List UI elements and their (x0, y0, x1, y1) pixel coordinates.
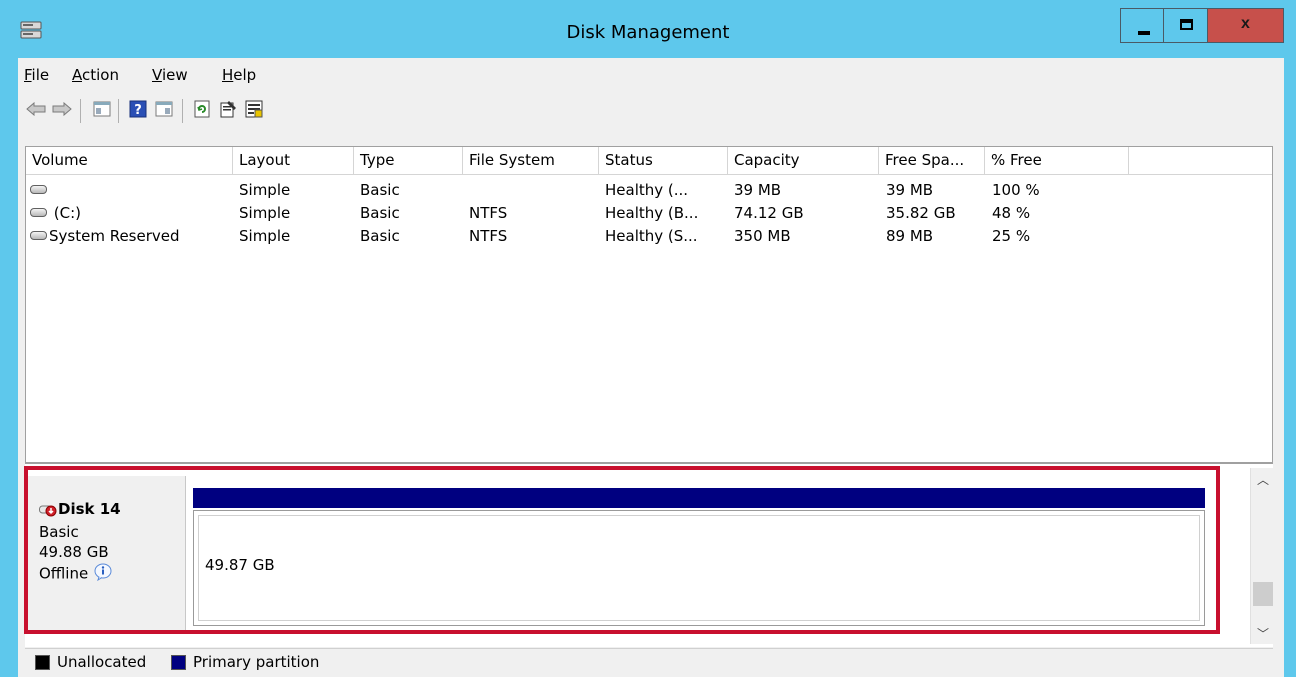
column-header-type[interactable]: Type (354, 147, 463, 175)
column-header-status[interactable]: Status (599, 147, 728, 175)
menu-file-accel: F (24, 66, 32, 84)
back-icon (26, 101, 46, 120)
drive-icon (30, 185, 47, 194)
properties-icon (219, 100, 237, 122)
table-row[interactable]: (C:) Simple Basic NTFS Healthy (B... 74.… (26, 202, 1272, 224)
title-bar[interactable]: Disk Management x (0, 0, 1296, 58)
show-action-pane-icon (155, 101, 173, 121)
menu-action[interactable]: Action (72, 66, 119, 84)
scroll-thumb[interactable] (1253, 582, 1273, 606)
minimize-icon (1138, 31, 1150, 35)
volume-cell: (C:) (30, 204, 81, 222)
volume-list-header: Volume Layout Type File System Status Ca… (26, 147, 1272, 175)
menu-help-accel: H (222, 66, 234, 84)
svg-text:?: ? (134, 103, 142, 118)
capacity-cell: 39 MB (734, 181, 782, 199)
table-row[interactable]: Simple Basic Healthy (... 39 MB 39 MB 10… (26, 179, 1272, 201)
status-cell: Healthy (B... (605, 204, 699, 222)
legend-bar: Unallocated Primary partition (25, 648, 1273, 677)
help-icon: ? (129, 100, 147, 122)
drive-icon (30, 208, 47, 217)
properties-button[interactable] (216, 99, 240, 123)
type-cell: Basic (360, 204, 400, 222)
free-space-cell: 35.82 GB (886, 204, 956, 222)
chevron-down-icon: ﹀ (1256, 626, 1269, 641)
menu-view[interactable]: View (152, 66, 188, 84)
column-header-layout[interactable]: Layout (233, 147, 354, 175)
chevron-up-icon: ︿ (1256, 472, 1269, 487)
column-header-free-space[interactable]: Free Spa... (879, 147, 985, 175)
status-cell: Healthy (S... (605, 227, 698, 245)
menu-action-rest: ction (82, 66, 119, 84)
refresh-icon (193, 100, 211, 122)
maximize-button[interactable] (1164, 8, 1208, 43)
capacity-cell: 350 MB (734, 227, 791, 245)
percent-free-cell: 25 % (992, 227, 1031, 245)
file-system-cell: NTFS (469, 204, 508, 222)
layout-cell: Simple (239, 181, 291, 199)
volume-name: (C:) (53, 204, 82, 222)
volume-cell (30, 181, 49, 199)
file-system-cell: NTFS (469, 227, 508, 245)
primary-partition-swatch (171, 655, 186, 670)
refresh-button[interactable] (190, 99, 214, 123)
menu-file-rest: ile (31, 66, 50, 84)
toolbar-separator (182, 99, 183, 123)
toolbar: ? (18, 93, 1284, 129)
volume-name: System Reserved (49, 227, 180, 245)
percent-free-cell: 48 % (992, 204, 1031, 222)
layout-cell: Simple (239, 227, 291, 245)
close-button[interactable]: x (1208, 8, 1284, 43)
legend-primary-partition: Primary partition (193, 653, 320, 671)
unallocated-swatch (35, 655, 50, 670)
menu-bar: File Action View Help (18, 58, 1284, 93)
legend-unallocated: Unallocated (57, 653, 147, 671)
volume-cell: System Reserved (30, 227, 180, 245)
capacity-cell: 74.12 GB (734, 204, 804, 222)
menu-help-rest: elp (233, 66, 257, 84)
help-button[interactable]: ? (126, 99, 150, 123)
menu-action-accel: A (72, 66, 82, 84)
show-hide-console-tree-button[interactable] (90, 99, 114, 123)
type-cell: Basic (360, 227, 400, 245)
free-space-cell: 89 MB (886, 227, 934, 245)
status-cell: Healthy (... (605, 181, 689, 199)
type-cell: Basic (360, 181, 400, 199)
column-header-file-system[interactable]: File System (463, 147, 599, 175)
scroll-down-button[interactable]: ﹀ (1251, 622, 1275, 644)
maximize-icon (1180, 19, 1193, 30)
forward-icon (52, 101, 72, 120)
layout-cell: Simple (239, 204, 291, 222)
table-row[interactable]: System Reserved Simple Basic NTFS Health… (26, 225, 1272, 247)
menu-file[interactable]: File (24, 66, 49, 84)
export-list-button[interactable] (242, 99, 266, 123)
disk-view-vertical-scrollbar[interactable]: ︿ ﹀ (1250, 468, 1274, 644)
column-header-percent-free[interactable]: % Free (985, 147, 1129, 175)
show-action-pane-button[interactable] (152, 99, 176, 123)
export-list-icon (245, 100, 263, 122)
disk-management-window: Disk Management x File Action View Help (0, 0, 1296, 677)
forward-button[interactable] (50, 99, 74, 123)
back-button[interactable] (24, 99, 48, 123)
scroll-up-button[interactable]: ︿ (1251, 468, 1275, 490)
drive-icon (30, 231, 47, 240)
minimize-button[interactable] (1120, 8, 1164, 43)
free-space-cell: 39 MB (886, 181, 934, 199)
toolbar-separator (80, 99, 81, 123)
toolbar-separator (118, 99, 119, 123)
column-header-capacity[interactable]: Capacity (728, 147, 879, 175)
column-header-volume[interactable]: Volume (26, 147, 233, 175)
percent-free-cell: 100 % (992, 181, 1040, 199)
menu-view-accel: V (152, 66, 162, 84)
show-hide-console-tree-icon (93, 101, 111, 121)
menu-help[interactable]: Help (222, 66, 256, 84)
menu-view-rest: iew (161, 66, 188, 84)
volume-list: Volume Layout Type File System Status Ca… (25, 146, 1273, 464)
close-icon: x (1241, 15, 1250, 32)
window-title: Disk Management (566, 22, 730, 43)
highlight-rectangle (24, 466, 1220, 634)
